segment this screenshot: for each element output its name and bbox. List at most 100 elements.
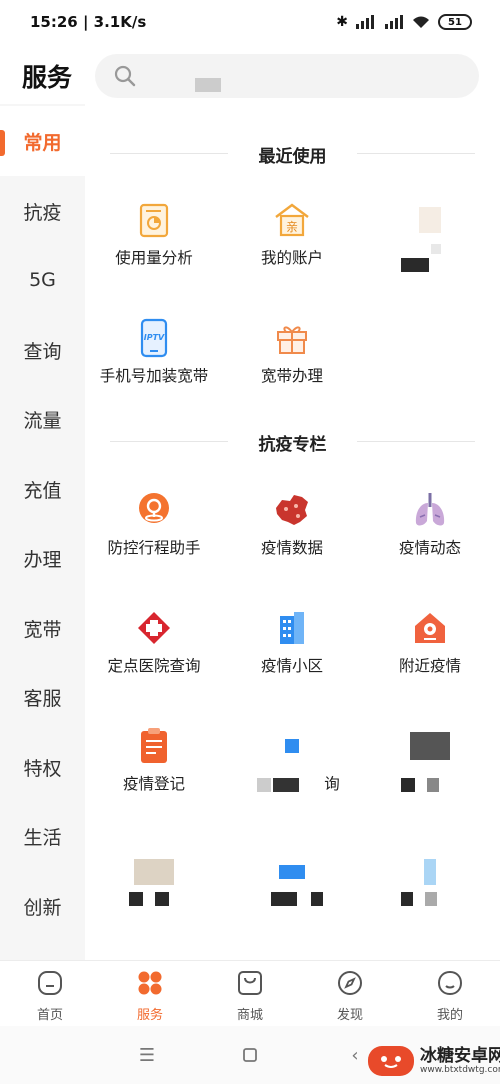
service-travel-assistant[interactable]: 防控行程助手 [85,490,223,600]
sidebar-item-changyong[interactable]: 常用 [0,106,85,176]
nav-services[interactable]: 服务 [100,961,200,1026]
sidebar-item-label: 生活 [23,826,62,849]
sidebar-item-banli[interactable]: 办理 [0,523,85,593]
blurred-label [155,892,169,906]
service-hospital-query[interactable]: 定点医院查询 [85,608,223,718]
service-blurred[interactable] [223,852,361,962]
nav-home[interactable]: 首页 [0,961,100,1026]
page-title: 服务 [22,63,73,92]
service-label: 我的账户 [260,249,323,267]
china-map-icon [272,490,312,530]
section-title-text: 最近使用 [258,147,327,167]
nav-mine[interactable]: 我的 [400,961,500,1026]
search-input[interactable] [95,54,479,98]
blurred-icon [272,852,312,892]
status-time-speed: 15:26 | 3.1K/s [30,13,147,31]
usage-analysis-icon [134,200,174,240]
blurred-icon [410,726,450,766]
service-epidemic-data[interactable]: 疫情数据 [223,490,361,600]
sidebar-item-label: 宽带 [23,618,62,641]
battery-icon: 51 [438,14,472,30]
service-label: 疫情小区 [260,657,323,675]
blurred-label [311,892,323,906]
watermark-url: www.btxtdwtg.com [420,1065,500,1075]
status-bar: 15:26 | 3.1K/s ✱ 51 [0,0,500,44]
sidebar-item-label: 充值 [23,479,62,502]
main-content: 最近使用 使用量分析 亲 我的账户 IPTV 手机号加装宽带 宽带办理 抗疫专栏… [85,104,500,960]
nav-label: 发现 [336,1008,363,1023]
service-broadband[interactable]: 宽带办理 [223,318,361,428]
signal-icon [385,15,403,29]
service-epidemic-news[interactable]: 疫情动态 [361,490,499,600]
home-square-icon[interactable] [237,1042,263,1068]
blurred-icon [410,200,450,240]
blurred-label [401,778,415,792]
sidebar-item-chuangxin[interactable]: 创新 [0,871,85,941]
profile-face-icon [437,970,463,996]
service-epidemic-community[interactable]: 疫情小区 [223,608,361,718]
blurred-icon [410,852,450,892]
watermark-name: 冰糖安卓网 [420,1046,500,1066]
divider [110,441,228,442]
service-epidemic-register[interactable]: 疫情登记 [85,726,223,836]
wifi-icon [413,16,429,28]
compass-icon [338,971,362,995]
sidebar-item-label: 客服 [23,687,62,710]
service-usage-analysis[interactable]: 使用量分析 [85,200,223,310]
blurred-icon [272,726,312,766]
sidebar-item-label: 特权 [23,757,62,780]
sidebar-item-5g[interactable]: 5G [0,245,85,315]
nav-mall[interactable]: 商城 [200,961,300,1026]
service-label: 疫情数据 [260,539,323,557]
service-label: 宽带办理 [260,367,323,385]
sidebar-item-shenghuo[interactable]: 生活 [0,801,85,871]
sidebar-item-label: 5G [29,269,56,291]
status-icons: ✱ 51 [336,14,472,30]
sidebar-item-tequan[interactable]: 特权 [0,732,85,802]
blurred-label [129,892,143,906]
sidebar-item-kuandai[interactable]: 宽带 [0,593,85,663]
sidebar-item-label: 创新 [23,896,62,919]
divider [357,153,475,154]
section-title-text: 抗疫专栏 [258,435,327,455]
sidebar-item-chaxun[interactable]: 查询 [0,315,85,385]
service-label: 手机号加装宽带 [99,367,209,385]
watermark: 冰糖安卓网 www.btxtdwtg.com [368,1046,500,1076]
blurred-label [401,258,429,272]
service-phone-broadband[interactable]: IPTV 手机号加装宽带 [85,318,223,428]
sidebar-item-kefu[interactable]: 客服 [0,662,85,732]
service-blurred[interactable] [361,726,499,836]
sidebar-item-liuliang[interactable]: 流量 [0,384,85,454]
account-house-icon: 亲 [272,200,312,240]
gift-box-icon [272,318,312,358]
blurred-label [431,244,441,254]
blurred-label [271,892,297,906]
sidebar-item-label: 常用 [23,131,62,154]
svg-text:IPTV: IPTV [144,333,165,342]
service-blurred[interactable] [361,852,499,962]
sidebar-item-chongzhi[interactable]: 充值 [0,454,85,524]
blurred-placeholder [195,78,221,92]
nav-discover[interactable]: 发现 [300,961,400,1026]
iptv-phone-icon: IPTV [134,318,174,358]
nav-label: 我的 [436,1008,463,1023]
sidebar-item-kangyi[interactable]: 抗疫 [0,176,85,246]
signal-hd-icon [356,15,374,29]
service-nearby-epidemic[interactable]: 附近疫情 [361,608,499,718]
divider [357,441,475,442]
blurred-label [427,778,439,792]
service-blurred[interactable] [85,852,223,962]
service-label: 使用量分析 [115,249,193,267]
menu-icon[interactable]: ☰ [134,1042,160,1068]
sidebar-item-label: 办理 [23,548,62,571]
bottom-nav: 首页 服务 商城 发现 我的 [0,960,500,1026]
service-blurred[interactable] [361,200,499,310]
blurred-label [401,892,413,906]
back-icon[interactable]: ‹ [342,1042,368,1068]
sidebar-item-label: 查询 [23,340,62,363]
sidebar: 常用 抗疫 5G 查询 流量 充值 办理 宽带 客服 特权 生活 创新 [0,104,85,960]
service-blurred-query[interactable]: 询 [223,726,361,836]
service-my-account[interactable]: 亲 我的账户 [223,200,361,310]
nav-label: 商城 [236,1008,263,1023]
shopping-bag-icon [238,971,262,995]
